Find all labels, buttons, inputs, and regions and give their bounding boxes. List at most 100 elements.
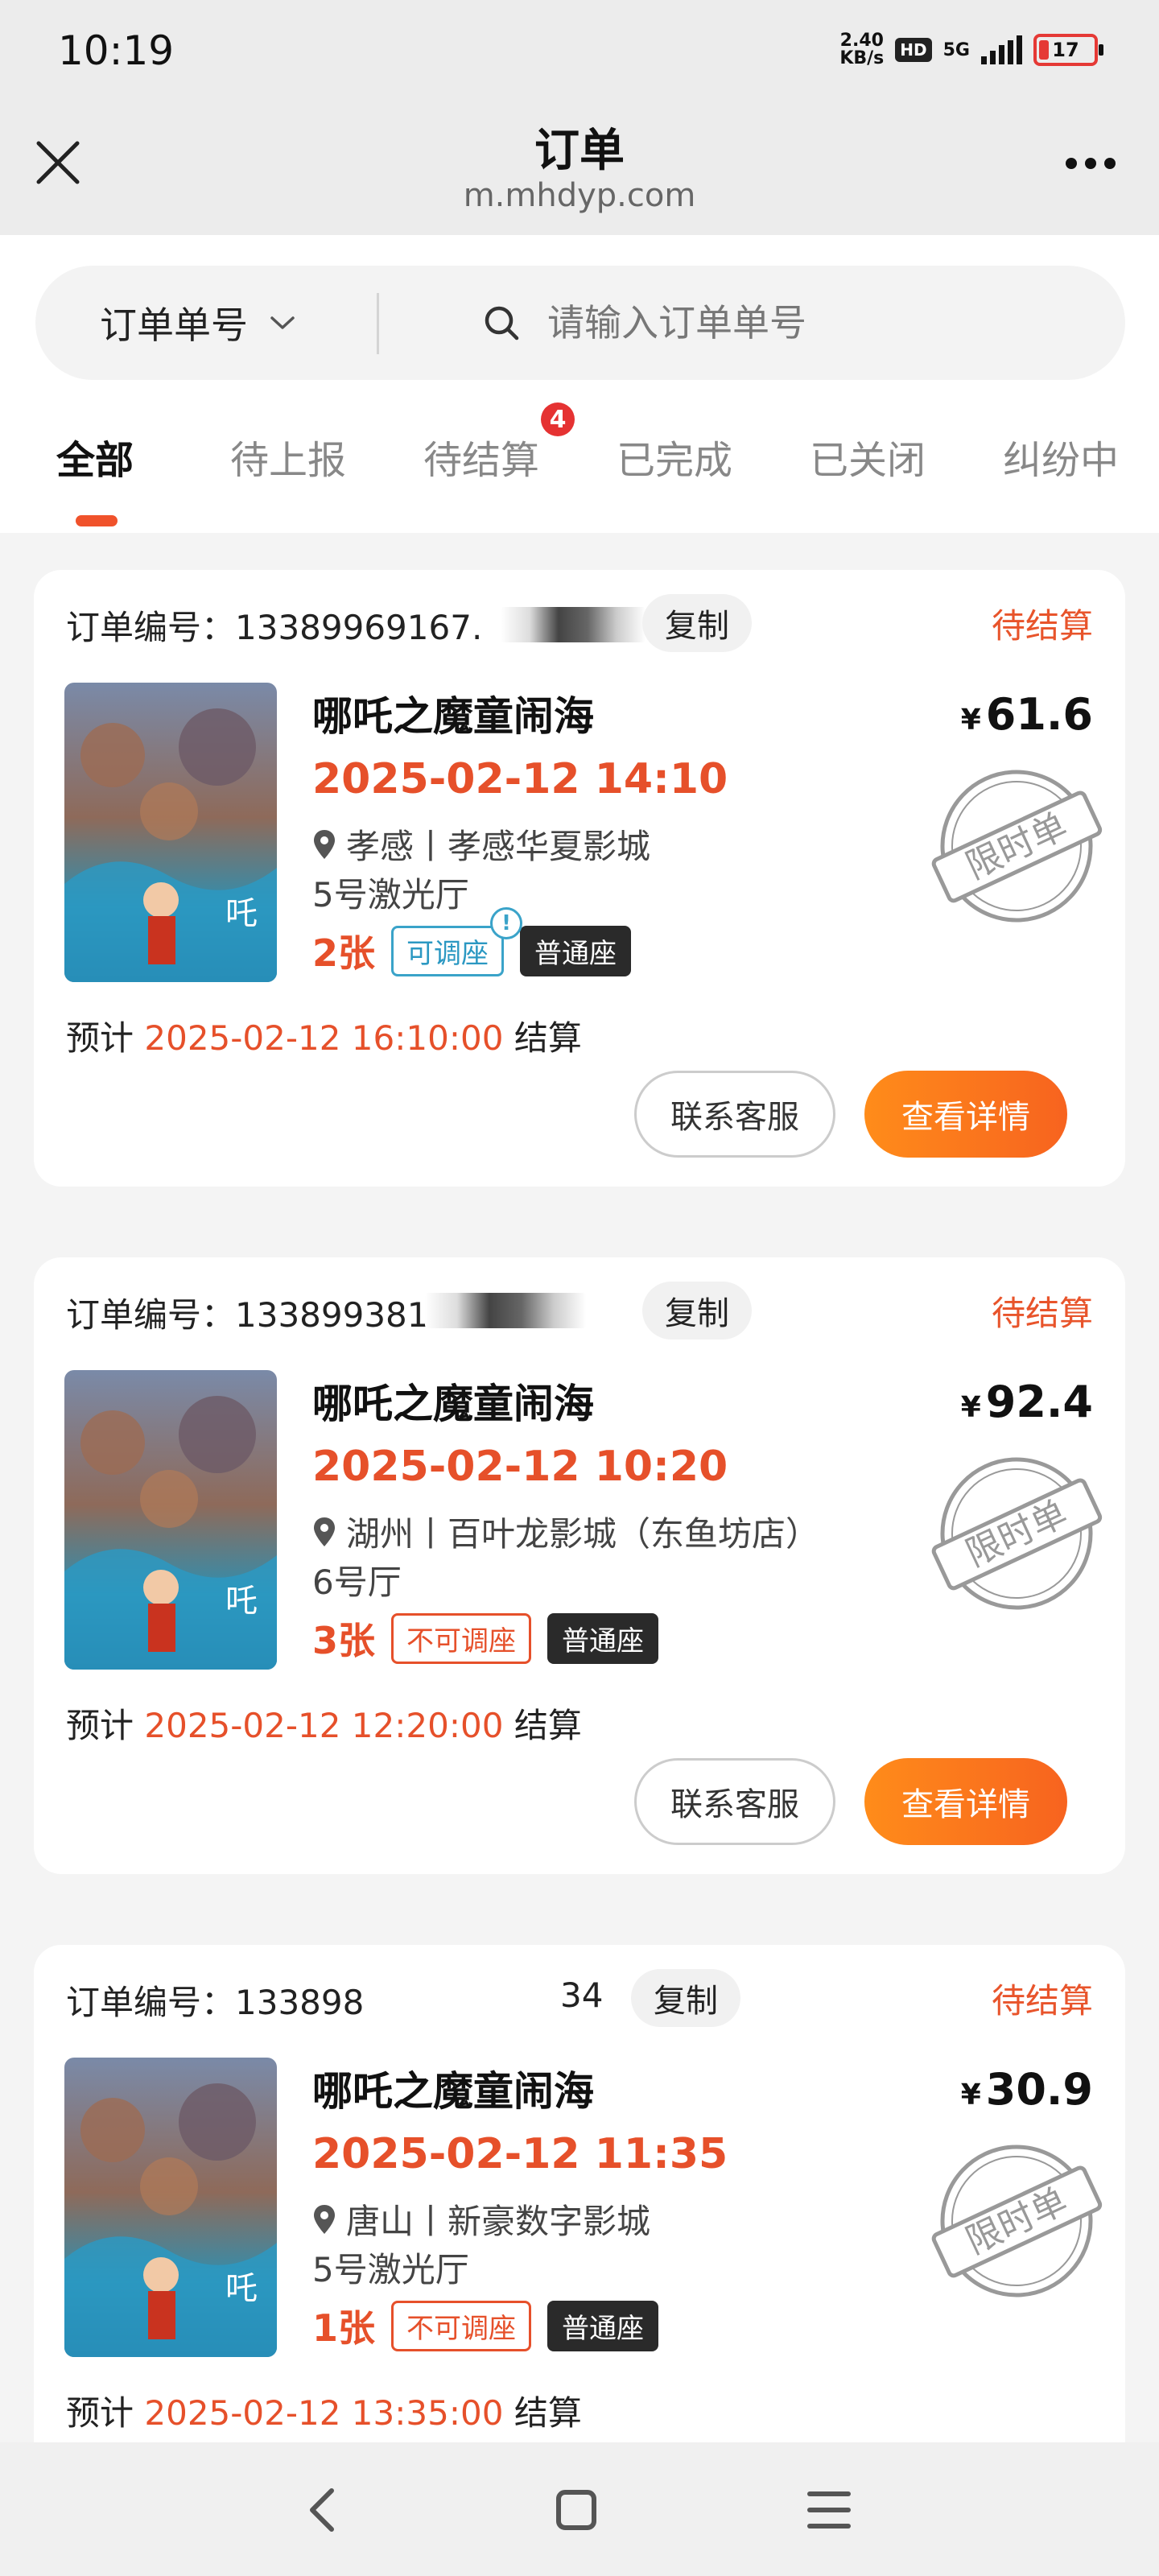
order-status: 待结算 [991, 1981, 1093, 2021]
contact-service-button[interactable]: 联系客服 [634, 1071, 835, 1158]
network-speed: 2.40 KB/s [839, 32, 884, 68]
tab-pending-report[interactable]: 待上报 [230, 428, 346, 485]
battery-icon: 17 [1033, 34, 1103, 66]
svg-text:吒: 吒 [225, 1583, 258, 1620]
cinema-name: 湖州丨百叶龙影城（东鱼坊店） [346, 1514, 820, 1554]
order-price: ¥92.4 [961, 1377, 1093, 1427]
order-status: 待结算 [991, 606, 1093, 646]
search-icon [485, 306, 519, 341]
status-icons: 2.40 KB/s HD 5G 17 [839, 32, 1103, 68]
settle-suffix: 结算 [514, 1706, 582, 1745]
search-box: 订单单号 [35, 266, 1125, 380]
system-nav-bar [0, 2442, 1159, 2576]
ticket-info: 2张 可调座! 普通座 [312, 906, 632, 977]
menu-icon[interactable] [797, 2478, 861, 2542]
app-header: 订单 m.mhdyp.com [0, 105, 1159, 235]
battery-level: 17 [1052, 39, 1079, 61]
speed-unit: KB/s [839, 48, 885, 68]
home-icon[interactable] [544, 2478, 608, 2542]
order-status: 待结算 [991, 1294, 1093, 1333]
order-number: 订单编号：133899691​67. [66, 608, 483, 647]
view-details-button[interactable]: 查看详情 [864, 1071, 1067, 1158]
movie-poster[interactable]: 吒 [64, 683, 277, 982]
location-pin-icon [314, 2204, 335, 2234]
order-card: 订单编号：13389938​12 复制 待结算 吒 哪吒之魔童闹海 2025-0… [34, 1257, 1125, 1874]
location-pin-icon [314, 829, 335, 859]
movie-poster[interactable]: 吒 [64, 2058, 277, 2357]
search-area: 订单单号 全部 待上报 待结算 4 已完成 已关闭 纠纷中 [0, 235, 1159, 533]
more-options-icon[interactable] [1066, 158, 1116, 169]
settlement-time: 预计 2025-02-12 12:20:00 结算 [66, 1699, 582, 1748]
copy-button[interactable]: 复制 [642, 594, 752, 652]
stamp-text: 限时单 [960, 805, 1074, 887]
hall-name: 5号激光厅 [312, 2250, 469, 2289]
order-tabs: 全部 待上报 待结算 4 已完成 已关闭 纠纷中 [0, 402, 1159, 533]
seat-type-tag: 普通座 [547, 1612, 659, 1664]
non-adjustable-seat-tag: 不可调座 [391, 1612, 532, 1664]
redacted-area [425, 1293, 586, 1328]
search-input[interactable] [547, 287, 1095, 359]
settle-suffix: 结算 [514, 1018, 582, 1058]
movie-title: 哪吒之魔童闹海 [312, 2068, 594, 2115]
copy-button[interactable]: 复制 [642, 1282, 752, 1340]
tab-badge: 4 [541, 402, 575, 436]
limited-time-stamp-icon: 限时单 [931, 2145, 1103, 2297]
copy-button[interactable]: 复制 [631, 1969, 740, 2027]
settle-prefix: 预计 [66, 1706, 134, 1745]
order-number-tail: 34 [560, 1975, 604, 2015]
hall-name: 6号厅 [312, 1563, 402, 1602]
search-divider [377, 293, 379, 354]
tab-closed[interactable]: 已关闭 [810, 428, 926, 485]
tab-completed[interactable]: 已完成 [617, 428, 732, 485]
settle-prefix: 预计 [66, 1018, 134, 1058]
order-card: 订单编号：133898 34 复制 待结算 吒 哪吒之魔童闹海 2025-02-… [34, 1945, 1125, 2508]
ticket-info: 3张 不可调座 普通座 [312, 1612, 659, 1665]
status-bar: 10:19 2.40 KB/s HD 5G 17 [0, 0, 1159, 105]
tab-all[interactable]: 全部 [56, 428, 134, 485]
cinema-name: 孝感丨孝感华夏影城 [346, 827, 651, 866]
adjustable-seat-tag: 可调座! [391, 906, 523, 976]
tab-active-indicator [76, 515, 118, 526]
limited-time-stamp-icon: 限时单 [931, 1457, 1103, 1610]
price-value: 61.6 [985, 689, 1093, 740]
page-title: 订单 [534, 125, 625, 177]
back-icon[interactable] [291, 2478, 356, 2542]
cinema-location: 唐山丨新豪数字影城 [312, 2194, 650, 2244]
settle-datetime: 2025-02-12 12:20:00 [144, 1706, 504, 1745]
showtime: 2025-02-12 10:20 [312, 1443, 728, 1491]
network-type: 5G [942, 39, 970, 60]
currency-symbol: ¥ [960, 704, 981, 737]
order-price: ¥61.6 [961, 689, 1093, 740]
signal-icon [981, 35, 1022, 64]
currency-symbol: ¥ [960, 2079, 981, 2112]
contact-service-button[interactable]: 联系客服 [634, 1758, 835, 1845]
search-type-dropdown[interactable]: 订单单号 [100, 266, 296, 380]
tab-disputed[interactable]: 纠纷中 [1003, 428, 1119, 485]
order-number: 订单编号：13389938​12 [66, 1295, 451, 1335]
order-price: ¥30.9 [961, 2064, 1093, 2115]
seat-type-tag: 普通座 [547, 2300, 659, 2351]
movie-poster[interactable]: 吒 [64, 1370, 277, 1670]
order-number: 订单编号：133898 [66, 1983, 365, 2022]
tab-pending-settlement[interactable]: 待结算 [423, 428, 539, 485]
order-card: 订单编号：133899691​67. 复制 待结算 吒 哪吒之魔童闹海 2025… [34, 570, 1125, 1187]
non-adjustable-seat-tag: 不可调座 [391, 2300, 532, 2351]
view-details-button[interactable]: 查看详情 [864, 1758, 1067, 1845]
seat-type-tag: 普通座 [520, 925, 632, 976]
info-icon[interactable]: ! [490, 906, 523, 939]
price-value: 30.9 [985, 2064, 1093, 2115]
stamp-text: 限时单 [960, 1492, 1074, 1575]
speed-value: 2.40 [839, 31, 884, 51]
settle-datetime: 2025-02-12 13:35:00 [144, 2393, 504, 2433]
cinema-location: 孝感丨孝感华夏影城 [312, 819, 650, 869]
clock: 10:19 [58, 27, 175, 74]
svg-text:吒: 吒 [225, 2270, 258, 2307]
movie-title: 哪吒之魔童闹海 [312, 1381, 594, 1427]
stamp-text: 限时单 [960, 2180, 1074, 2262]
svg-text:吒: 吒 [225, 895, 258, 932]
page-url: m.mhdyp.com [463, 177, 696, 214]
chevron-down-icon [270, 316, 295, 329]
settlement-time: 预计 2025-02-12 16:10:00 结算 [66, 1011, 582, 1060]
currency-symbol: ¥ [960, 1391, 981, 1424]
settlement-time: 预计 2025-02-12 13:35:00 结算 [66, 2386, 582, 2435]
